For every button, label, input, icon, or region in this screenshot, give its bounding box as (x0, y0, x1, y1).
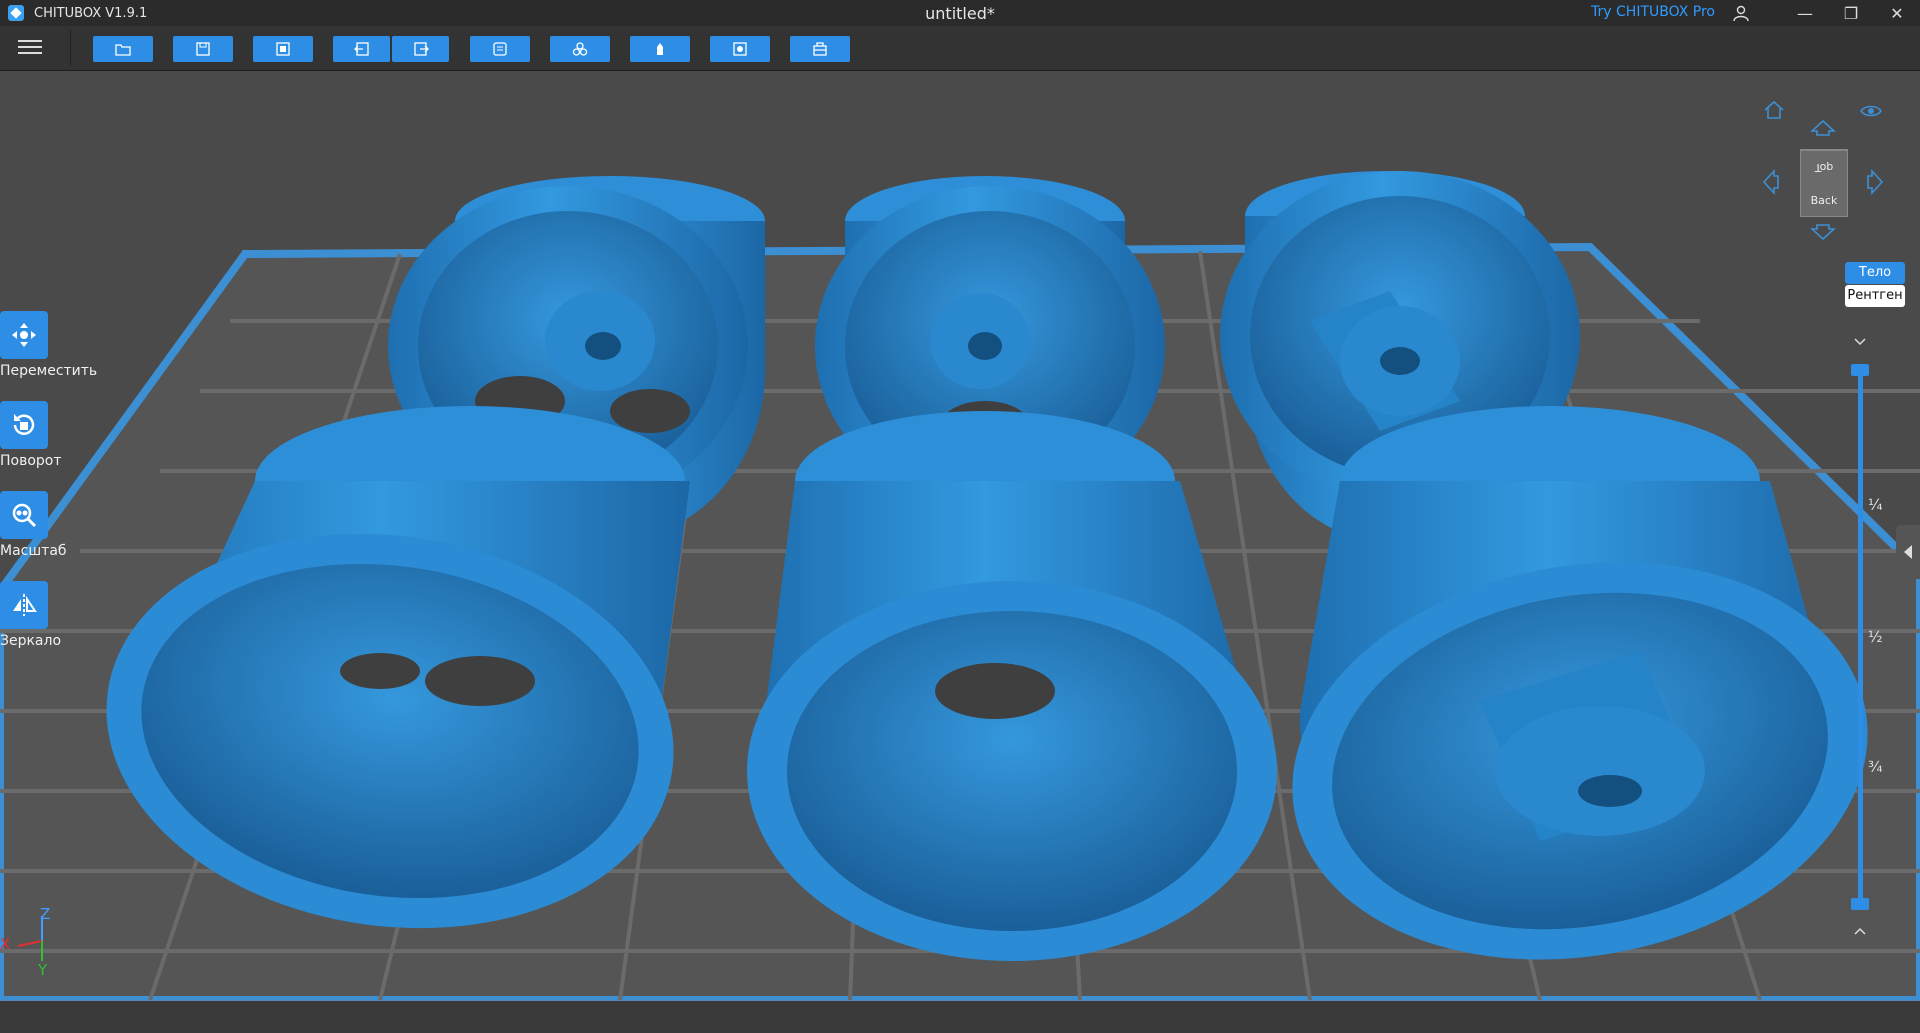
body-mode-button[interactable]: Тело (1845, 262, 1905, 284)
move-tool-label: Переместить (0, 363, 98, 379)
scene-render: Z X Y (0, 171, 1920, 1000)
support-button[interactable] (630, 36, 690, 62)
right-panel-toggle[interactable] (1896, 525, 1920, 579)
hollow-icon (733, 42, 747, 56)
app-logo-icon (8, 5, 24, 21)
user-icon[interactable] (1732, 4, 1750, 22)
rotate-icon (0, 401, 48, 449)
save-button[interactable] (173, 36, 233, 62)
minimize-button[interactable]: — (1782, 0, 1828, 26)
try-pro-link[interactable]: Try CHITUBOX Pro (1591, 4, 1715, 20)
toolbar-separator (70, 30, 71, 66)
support-icon (657, 43, 663, 55)
view-up-arrow-icon[interactable] (1810, 119, 1836, 137)
rotate-tool-label: Поворот (0, 453, 62, 469)
redo-button[interactable] (392, 36, 449, 62)
rotate-tool[interactable]: Поворот (0, 401, 100, 469)
slice-icon (813, 42, 827, 56)
view-right-arrow-icon[interactable] (1866, 169, 1884, 195)
xray-mode-button[interactable]: Рентген (1845, 285, 1905, 307)
slider-tick-quarter: ¼ (1868, 496, 1883, 514)
3d-viewport[interactable]: Z X Y Переместить Поворот Масштаб Зеркал… (0, 71, 1920, 1000)
layer-slider-top-handle[interactable] (1851, 364, 1869, 376)
mirror-tool-label: Зеркало (0, 633, 62, 649)
copy-button[interactable] (550, 36, 610, 62)
scale-tool[interactable]: Масштаб (0, 491, 100, 559)
main-toolbar (0, 26, 1920, 71)
mirror-tool[interactable]: Зеркало (0, 581, 100, 649)
redo-icon (413, 42, 429, 56)
layer-slider-bottom-handle[interactable] (1851, 898, 1869, 910)
import-button[interactable] (253, 36, 313, 62)
layout-icon (493, 42, 507, 56)
axis-z-label: Z (40, 905, 50, 923)
slice-button[interactable] (790, 36, 850, 62)
axis-x-label: X (0, 935, 10, 953)
title-bar: CHITUBOX V1.9.1 untitled* Try CHITUBOX P… (0, 0, 1920, 26)
navigation-cube[interactable]: Top Back (1800, 149, 1848, 217)
view-down-arrow-icon[interactable] (1810, 223, 1836, 241)
save-icon (196, 42, 210, 56)
maximize-button[interactable]: ❐ (1828, 0, 1874, 26)
home-view-icon[interactable] (1763, 99, 1785, 121)
scale-icon (0, 491, 48, 539)
slider-tick-three-quarter: ¾ (1868, 758, 1883, 776)
view-left-arrow-icon[interactable] (1762, 169, 1780, 195)
mirror-icon (0, 581, 48, 629)
axis-y-label: Y (37, 961, 48, 979)
status-bar (0, 1000, 1920, 1033)
undo-icon (353, 42, 369, 56)
layer-slider-track[interactable] (1858, 369, 1863, 904)
slider-tick-half: ½ (1868, 628, 1883, 646)
close-button[interactable]: ✕ (1874, 0, 1920, 26)
hamburger-menu-button[interactable] (18, 36, 42, 58)
import-icon (276, 42, 290, 56)
open-file-button[interactable] (93, 36, 153, 62)
app-title: CHITUBOX V1.9.1 (34, 5, 148, 21)
chevron-left-icon (1904, 545, 1912, 559)
cube-back-face[interactable]: Back (1801, 184, 1847, 217)
chevron-down-icon[interactable] (1853, 337, 1867, 347)
layout-button[interactable] (470, 36, 530, 62)
hollow-button[interactable] (710, 36, 770, 62)
move-icon (0, 311, 48, 359)
cube-top-face[interactable]: Top (1801, 150, 1847, 184)
open-file-icon (115, 44, 131, 56)
copy-icon (572, 42, 588, 56)
visibility-eye-icon[interactable] (1860, 103, 1882, 119)
undo-button[interactable] (333, 36, 390, 62)
chevron-up-icon[interactable] (1853, 926, 1867, 936)
move-tool[interactable]: Переместить (0, 311, 100, 379)
scale-tool-label: Масштаб (0, 543, 67, 559)
